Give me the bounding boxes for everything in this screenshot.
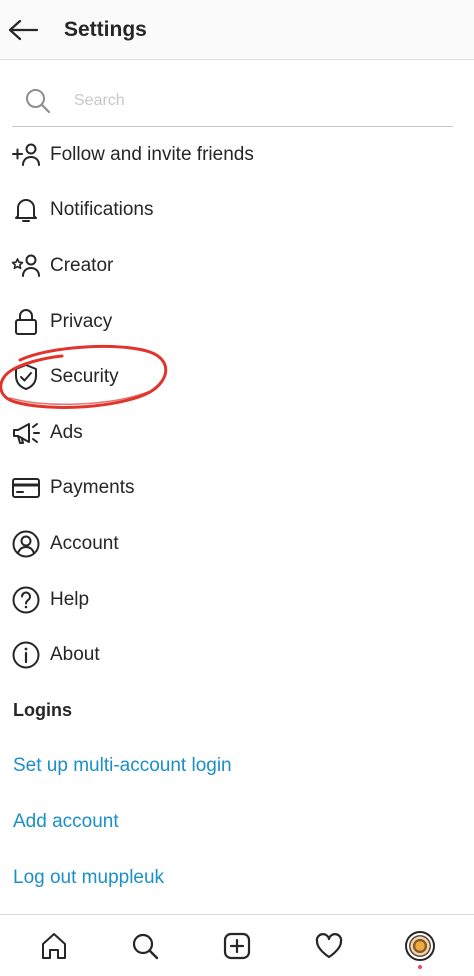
menu-item-about[interactable]: About: [0, 627, 474, 683]
new-post-icon: [223, 932, 251, 959]
menu-item-follow-invite[interactable]: Follow and invite friends: [0, 127, 474, 183]
avatar-image: [409, 934, 432, 957]
activity-tab[interactable]: [304, 921, 354, 971]
menu-item-label: Creator: [50, 254, 114, 276]
search-icon: [133, 933, 159, 959]
add-account-link[interactable]: Add account: [13, 811, 119, 833]
search-tab[interactable]: [120, 921, 170, 971]
heart-icon: [315, 932, 342, 958]
question-circle-icon: [11, 585, 41, 615]
menu-item-security[interactable]: Security: [0, 349, 474, 405]
menu-item-label: Security: [50, 366, 119, 388]
credit-card-icon: [11, 473, 41, 503]
menu-item-label: Notifications: [50, 199, 154, 221]
search-icon: [26, 88, 51, 113]
menu-item-creator[interactable]: Creator: [0, 238, 474, 294]
menu-item-label: Privacy: [50, 310, 113, 332]
search-bar: [12, 75, 453, 127]
bell-icon: [11, 195, 41, 225]
new-post-tab[interactable]: [212, 921, 262, 971]
person-circle-icon: [11, 529, 41, 559]
log-out-link[interactable]: Log out muppleuk: [13, 867, 164, 889]
multi-account-login-link[interactable]: Set up multi-account login: [13, 755, 232, 777]
menu-item-label: Ads: [50, 421, 83, 443]
star-person-icon: [11, 251, 41, 281]
back-arrow-icon: [8, 19, 38, 40]
menu-item-payments[interactable]: Payments: [0, 461, 474, 517]
notification-dot: [418, 964, 423, 969]
back-button[interactable]: [0, 0, 46, 60]
menu-item-help[interactable]: Help: [0, 572, 474, 628]
menu-item-privacy[interactable]: Privacy: [0, 294, 474, 350]
home-tab[interactable]: [29, 921, 79, 971]
lock-icon: [11, 307, 41, 337]
add-person-icon: [11, 140, 41, 170]
profile-tab[interactable]: [395, 921, 445, 971]
menu-item-label: Payments: [50, 477, 135, 499]
settings-menu: Follow and invite friends Notifications …: [0, 127, 474, 683]
home-icon: [41, 932, 66, 959]
menu-item-notifications[interactable]: Notifications: [0, 183, 474, 239]
profile-avatar: [405, 930, 436, 961]
logins-section-title: Logins: [13, 700, 72, 720]
megaphone-icon: [11, 418, 41, 448]
menu-item-label: About: [50, 644, 100, 666]
menu-item-label: Account: [50, 532, 119, 554]
menu-item-label: Help: [50, 588, 90, 610]
info-circle-icon: [11, 640, 41, 670]
menu-item-ads[interactable]: Ads: [0, 405, 474, 461]
shield-check-icon: [11, 362, 41, 392]
search-input[interactable]: [74, 91, 414, 110]
page-title: Settings: [64, 17, 147, 41]
bottom-nav-bar: [0, 914, 474, 976]
header: Settings: [0, 0, 474, 60]
menu-item-account[interactable]: Account: [0, 516, 474, 572]
menu-item-label: Follow and invite friends: [50, 143, 254, 165]
